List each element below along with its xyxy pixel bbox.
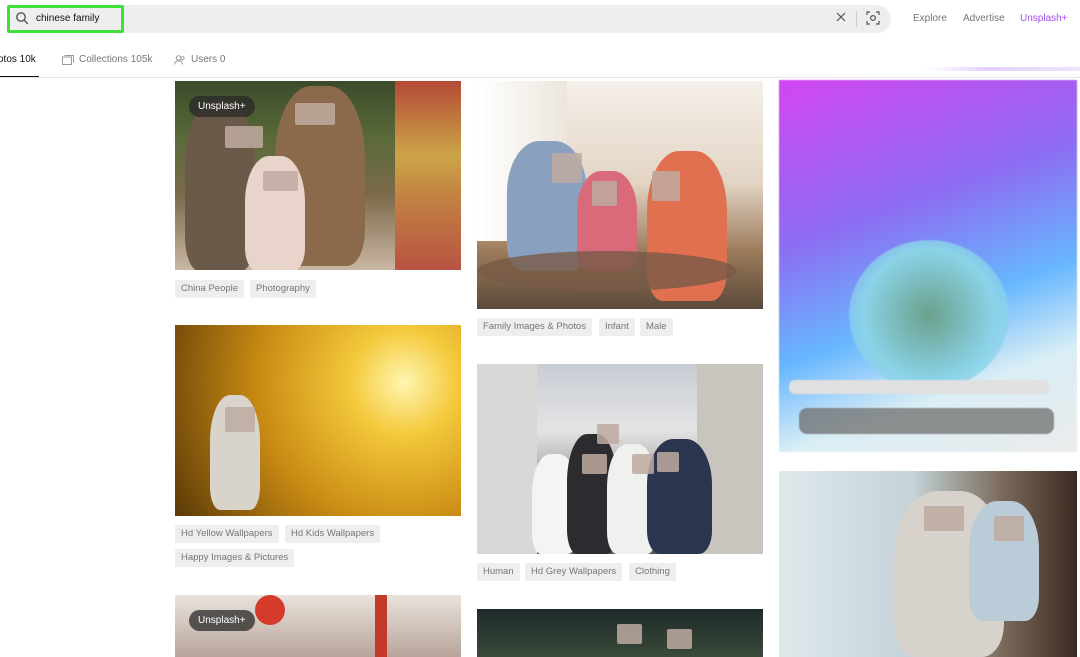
photo-card[interactable] xyxy=(477,81,763,309)
decorations xyxy=(375,595,387,657)
tag[interactable]: Hd Grey Wallpapers xyxy=(525,563,623,581)
blurred-face xyxy=(667,629,692,649)
tag[interactable]: Human xyxy=(477,563,520,581)
blurred-face xyxy=(617,624,642,644)
nav-explore-link[interactable]: Explore xyxy=(913,13,947,24)
tag[interactable]: Photography xyxy=(250,280,316,298)
tag[interactable]: Hd Kids Wallpapers xyxy=(285,525,381,543)
blurred-face xyxy=(295,103,335,125)
tag[interactable]: Happy Images & Pictures xyxy=(175,549,295,567)
photo-card[interactable] xyxy=(175,325,461,516)
blurred-face xyxy=(582,454,607,474)
tabs-divider xyxy=(0,77,1080,78)
tag[interactable]: Family Images & Photos xyxy=(477,318,592,336)
tab-photos-label: otos 10k xyxy=(0,54,36,65)
collections-icon xyxy=(62,54,74,65)
decorations xyxy=(395,81,461,270)
search-icon[interactable] xyxy=(15,11,29,25)
tab-users-label: Users 0 xyxy=(191,54,226,65)
dining-table xyxy=(477,251,737,291)
tab-users[interactable]: Users 0 xyxy=(174,54,225,65)
blurred-face xyxy=(994,516,1024,541)
photo-card[interactable] xyxy=(779,471,1077,657)
lantern xyxy=(255,595,285,625)
ad-text-blurred xyxy=(789,380,1049,394)
tab-photos[interactable]: otos 10k xyxy=(0,54,36,65)
unsplash-plus-badge: Unsplash+ xyxy=(189,96,255,117)
unsplash-plus-badge: Unsplash+ xyxy=(189,610,255,631)
tag[interactable]: Hd Yellow Wallpapers xyxy=(175,525,279,543)
photo-card[interactable] xyxy=(477,609,763,657)
tab-collections-label: Collections 105k xyxy=(79,54,153,65)
blurred-face xyxy=(552,153,582,183)
nav-unsplash-plus-link[interactable]: Unsplash+ xyxy=(1020,13,1068,24)
search-input[interactable] xyxy=(36,9,596,27)
ad-artwork xyxy=(849,240,1009,390)
ad-button-blurred xyxy=(799,408,1054,434)
promo-ad-card[interactable] xyxy=(779,80,1077,452)
tag[interactable]: Clothing xyxy=(629,563,676,581)
promo-strip xyxy=(925,67,1080,71)
blurred-face xyxy=(657,452,679,472)
tag[interactable]: Infant xyxy=(599,318,635,336)
tag[interactable]: China People xyxy=(175,280,245,298)
tab-collections[interactable]: Collections 105k xyxy=(62,54,152,65)
blurred-face xyxy=(652,171,680,201)
nav-advertise-link[interactable]: Advertise xyxy=(963,13,1005,24)
search-divider xyxy=(856,11,857,27)
tag[interactable]: Male xyxy=(640,318,673,336)
blurred-face xyxy=(263,171,298,191)
blurred-face xyxy=(597,424,619,444)
blurred-face xyxy=(924,506,964,531)
users-icon xyxy=(174,54,185,65)
building xyxy=(477,364,537,554)
blurred-face xyxy=(225,126,263,148)
visual-search-icon[interactable] xyxy=(866,11,880,25)
photo-card[interactable] xyxy=(477,364,763,554)
blurred-face xyxy=(592,181,617,206)
close-icon[interactable] xyxy=(835,11,847,23)
blurred-face xyxy=(632,454,654,474)
blurred-face xyxy=(225,407,255,432)
